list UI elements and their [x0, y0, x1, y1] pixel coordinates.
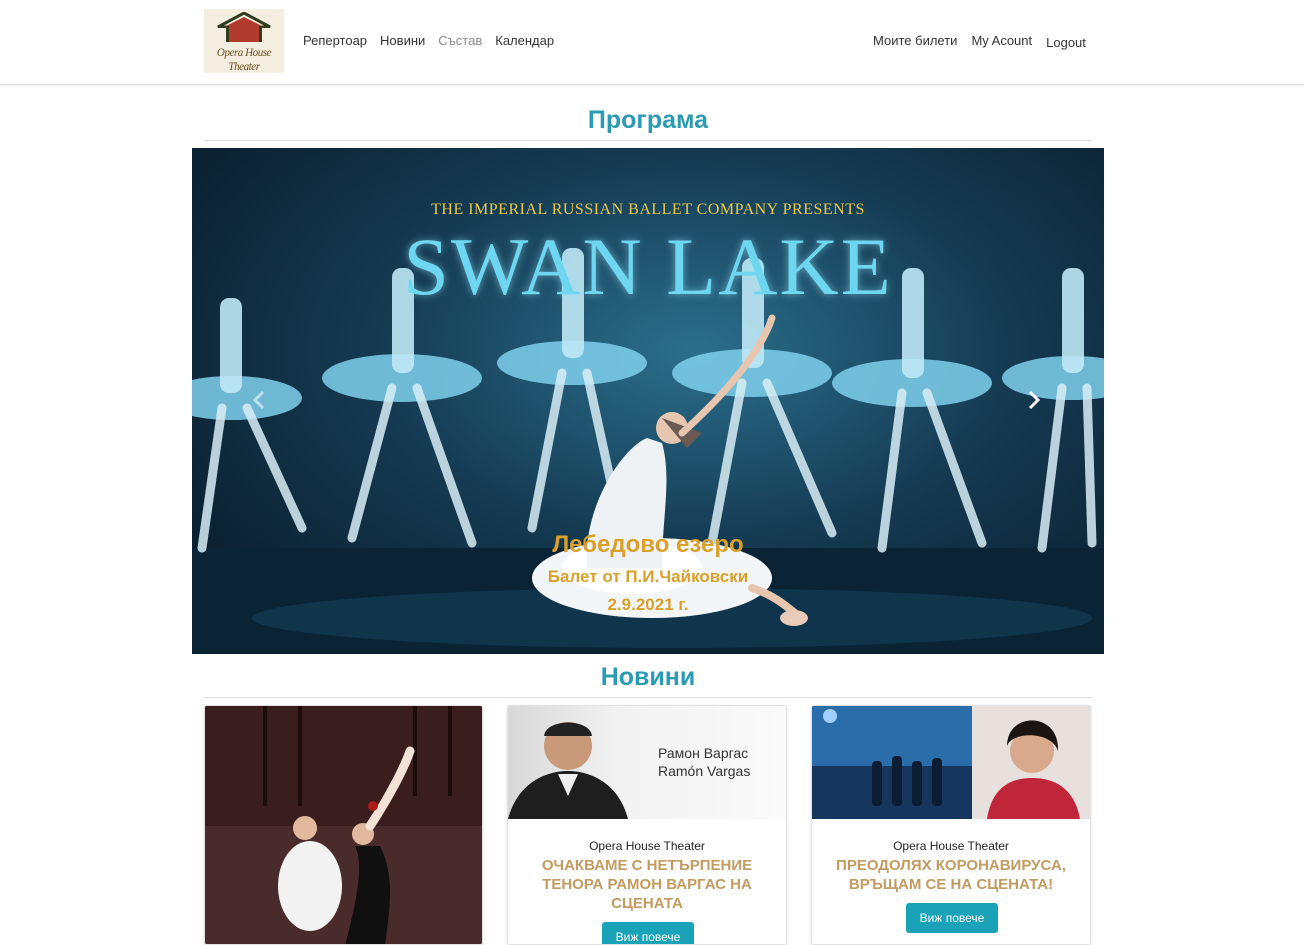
news-card-image: Рамон Варгас Ramón Vargas	[508, 706, 786, 819]
vargas-name-bg: Рамон Варгас	[658, 745, 749, 761]
slide-caption-subtitle: Балет от П.И.Чайковски	[547, 567, 749, 586]
slide-caption-title: Лебедово езеро	[552, 531, 744, 558]
slide-presents-text: THE IMPERIAL RUSSIAN BALLET COMPANY PRES…	[431, 201, 865, 218]
nav-my-account[interactable]: My Acount	[971, 33, 1032, 50]
news-title: Новини	[204, 663, 1092, 698]
news-card-source: Opera House Theater	[589, 839, 705, 853]
logo[interactable]: Opera House Theater	[204, 9, 284, 73]
news-card[interactable]: Opera House Theater ПРЕОДОЛЯХ КОРОНАВИРУ…	[811, 705, 1091, 945]
news-card[interactable]: Рамон Варгас Ramón Vargas Opera House Th…	[507, 705, 787, 945]
slide-image-title: SWAN LAKE	[403, 221, 893, 312]
vargas-name-label: Рамон Варгас Ramón Vargas	[658, 744, 750, 780]
nav-logout[interactable]: Logout	[1046, 35, 1086, 50]
news-card-source: Opera House Theater	[893, 839, 1009, 853]
news-card[interactable]	[204, 705, 483, 945]
nav-cast[interactable]: Състав	[438, 33, 482, 48]
nav-user: Моите билети My Acount Logout	[873, 33, 1100, 50]
news-card-image	[205, 706, 482, 944]
program-carousel[interactable]: THE IMPERIAL RUSSIAN BALLET COMPANY PRES…	[192, 148, 1104, 654]
nav-main: Репертоар Новини Състав Календар	[303, 33, 567, 48]
read-more-button[interactable]: Виж повече	[906, 903, 998, 933]
program-title: Програма	[204, 106, 1092, 141]
carousel-prev-icon[interactable]	[252, 390, 268, 410]
nav-my-tickets[interactable]: Моите билети	[873, 33, 957, 50]
vargas-name-en: Ramón Vargas	[658, 763, 751, 779]
news-card-heading[interactable]: ПРЕОДОЛЯХ КОРОНАВИРУСА, ВРЪЩАМ СЕ НА СЦЕ…	[826, 856, 1076, 894]
carousel-next-icon[interactable]	[1027, 390, 1043, 410]
nav-repertoire[interactable]: Репертоар	[303, 33, 367, 48]
logo-house	[226, 26, 262, 42]
logo-text: Opera House Theater	[216, 45, 272, 73]
navbar: Opera House Theater Репертоар Новини Със…	[0, 0, 1304, 85]
nav-calendar[interactable]: Календар	[495, 33, 554, 48]
news-card-image	[812, 706, 1090, 819]
news-card-heading[interactable]: ОЧАКВАМЕ С НЕТЪРПЕНИЕ ТЕНОРА РАМОН ВАРГА…	[522, 856, 772, 913]
slide-caption-date: 2.9.2021 г.	[607, 595, 689, 614]
nav-news[interactable]: Новини	[380, 33, 425, 48]
